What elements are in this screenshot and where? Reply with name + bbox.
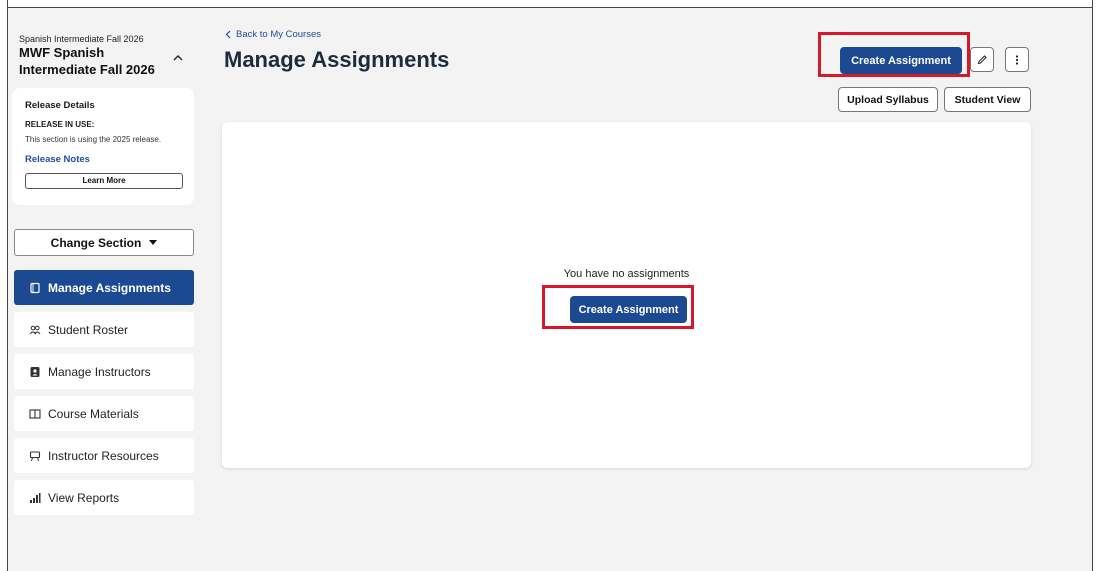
upload-syllabus-button[interactable]: Upload Syllabus xyxy=(838,87,938,112)
more-vertical-icon xyxy=(1015,54,1019,65)
student-view-button[interactable]: Student View xyxy=(944,87,1031,112)
release-in-use-label: RELEASE IN USE: xyxy=(25,120,95,129)
sidebar-item-course-materials[interactable]: Course Materials xyxy=(14,396,194,431)
back-link-label: Back to My Courses xyxy=(236,29,321,40)
sidebar-item-instructor-resources[interactable]: Instructor Resources xyxy=(14,438,194,473)
more-options-button[interactable] xyxy=(1005,47,1029,72)
assignment-icon xyxy=(30,282,40,293)
back-to-courses-link[interactable]: Back to My Courses xyxy=(225,29,321,40)
release-details-heading: Release Details xyxy=(25,100,95,111)
sidebar-item-manage-instructors[interactable]: Manage Instructors xyxy=(14,354,194,389)
sidebar-item-label: Manage Instructors xyxy=(48,364,151,379)
window-frame-left xyxy=(0,0,8,571)
sidebar-item-label: Manage Assignments xyxy=(48,280,171,295)
sidebar-item-label: Course Materials xyxy=(48,406,139,421)
learn-more-button[interactable]: Learn More xyxy=(25,173,183,189)
sidebar-item-student-roster[interactable]: Student Roster xyxy=(14,312,194,347)
change-section-label: Change Section xyxy=(50,235,142,250)
edit-button[interactable] xyxy=(970,47,994,72)
page-title: Manage Assignments xyxy=(224,47,450,72)
sidebar-item-view-reports[interactable]: View Reports xyxy=(14,480,194,515)
release-in-use-text: This section is using the 2025 release. xyxy=(25,135,162,144)
create-assignment-empty-button[interactable]: Create Assignment xyxy=(570,296,687,323)
people-icon xyxy=(29,325,41,334)
caret-down-icon xyxy=(149,240,158,245)
bar-chart-icon xyxy=(30,492,41,503)
assignments-panel: You have no assignments Create Assignmen… xyxy=(222,122,1031,468)
course-title: MWF Spanish Intermediate Fall 2026 xyxy=(19,45,155,77)
window-frame-top xyxy=(0,0,1099,8)
course-subtitle: Spanish Intermediate Fall 2026 xyxy=(19,34,144,44)
empty-state-message: You have no assignments xyxy=(563,268,690,280)
highlight-box xyxy=(818,32,970,77)
release-notes-link[interactable]: Release Notes xyxy=(25,154,90,165)
release-details-card: Release Details RELEASE IN USE: This sec… xyxy=(12,88,194,205)
pencil-icon xyxy=(977,54,987,64)
instructor-badge-icon xyxy=(30,366,40,377)
book-icon xyxy=(29,408,41,419)
chevron-left-icon xyxy=(225,30,231,39)
sidebar-item-manage-assignments[interactable]: Manage Assignments xyxy=(14,270,194,305)
chevron-up-icon[interactable] xyxy=(172,52,184,64)
change-section-button[interactable]: Change Section xyxy=(14,229,194,256)
sidebar-item-label: Instructor Resources xyxy=(48,448,159,463)
sidebar-item-label: Student Roster xyxy=(48,322,129,337)
window-frame-right xyxy=(1092,0,1099,571)
presentation-icon xyxy=(29,450,41,461)
sidebar-item-label: View Reports xyxy=(48,490,120,505)
